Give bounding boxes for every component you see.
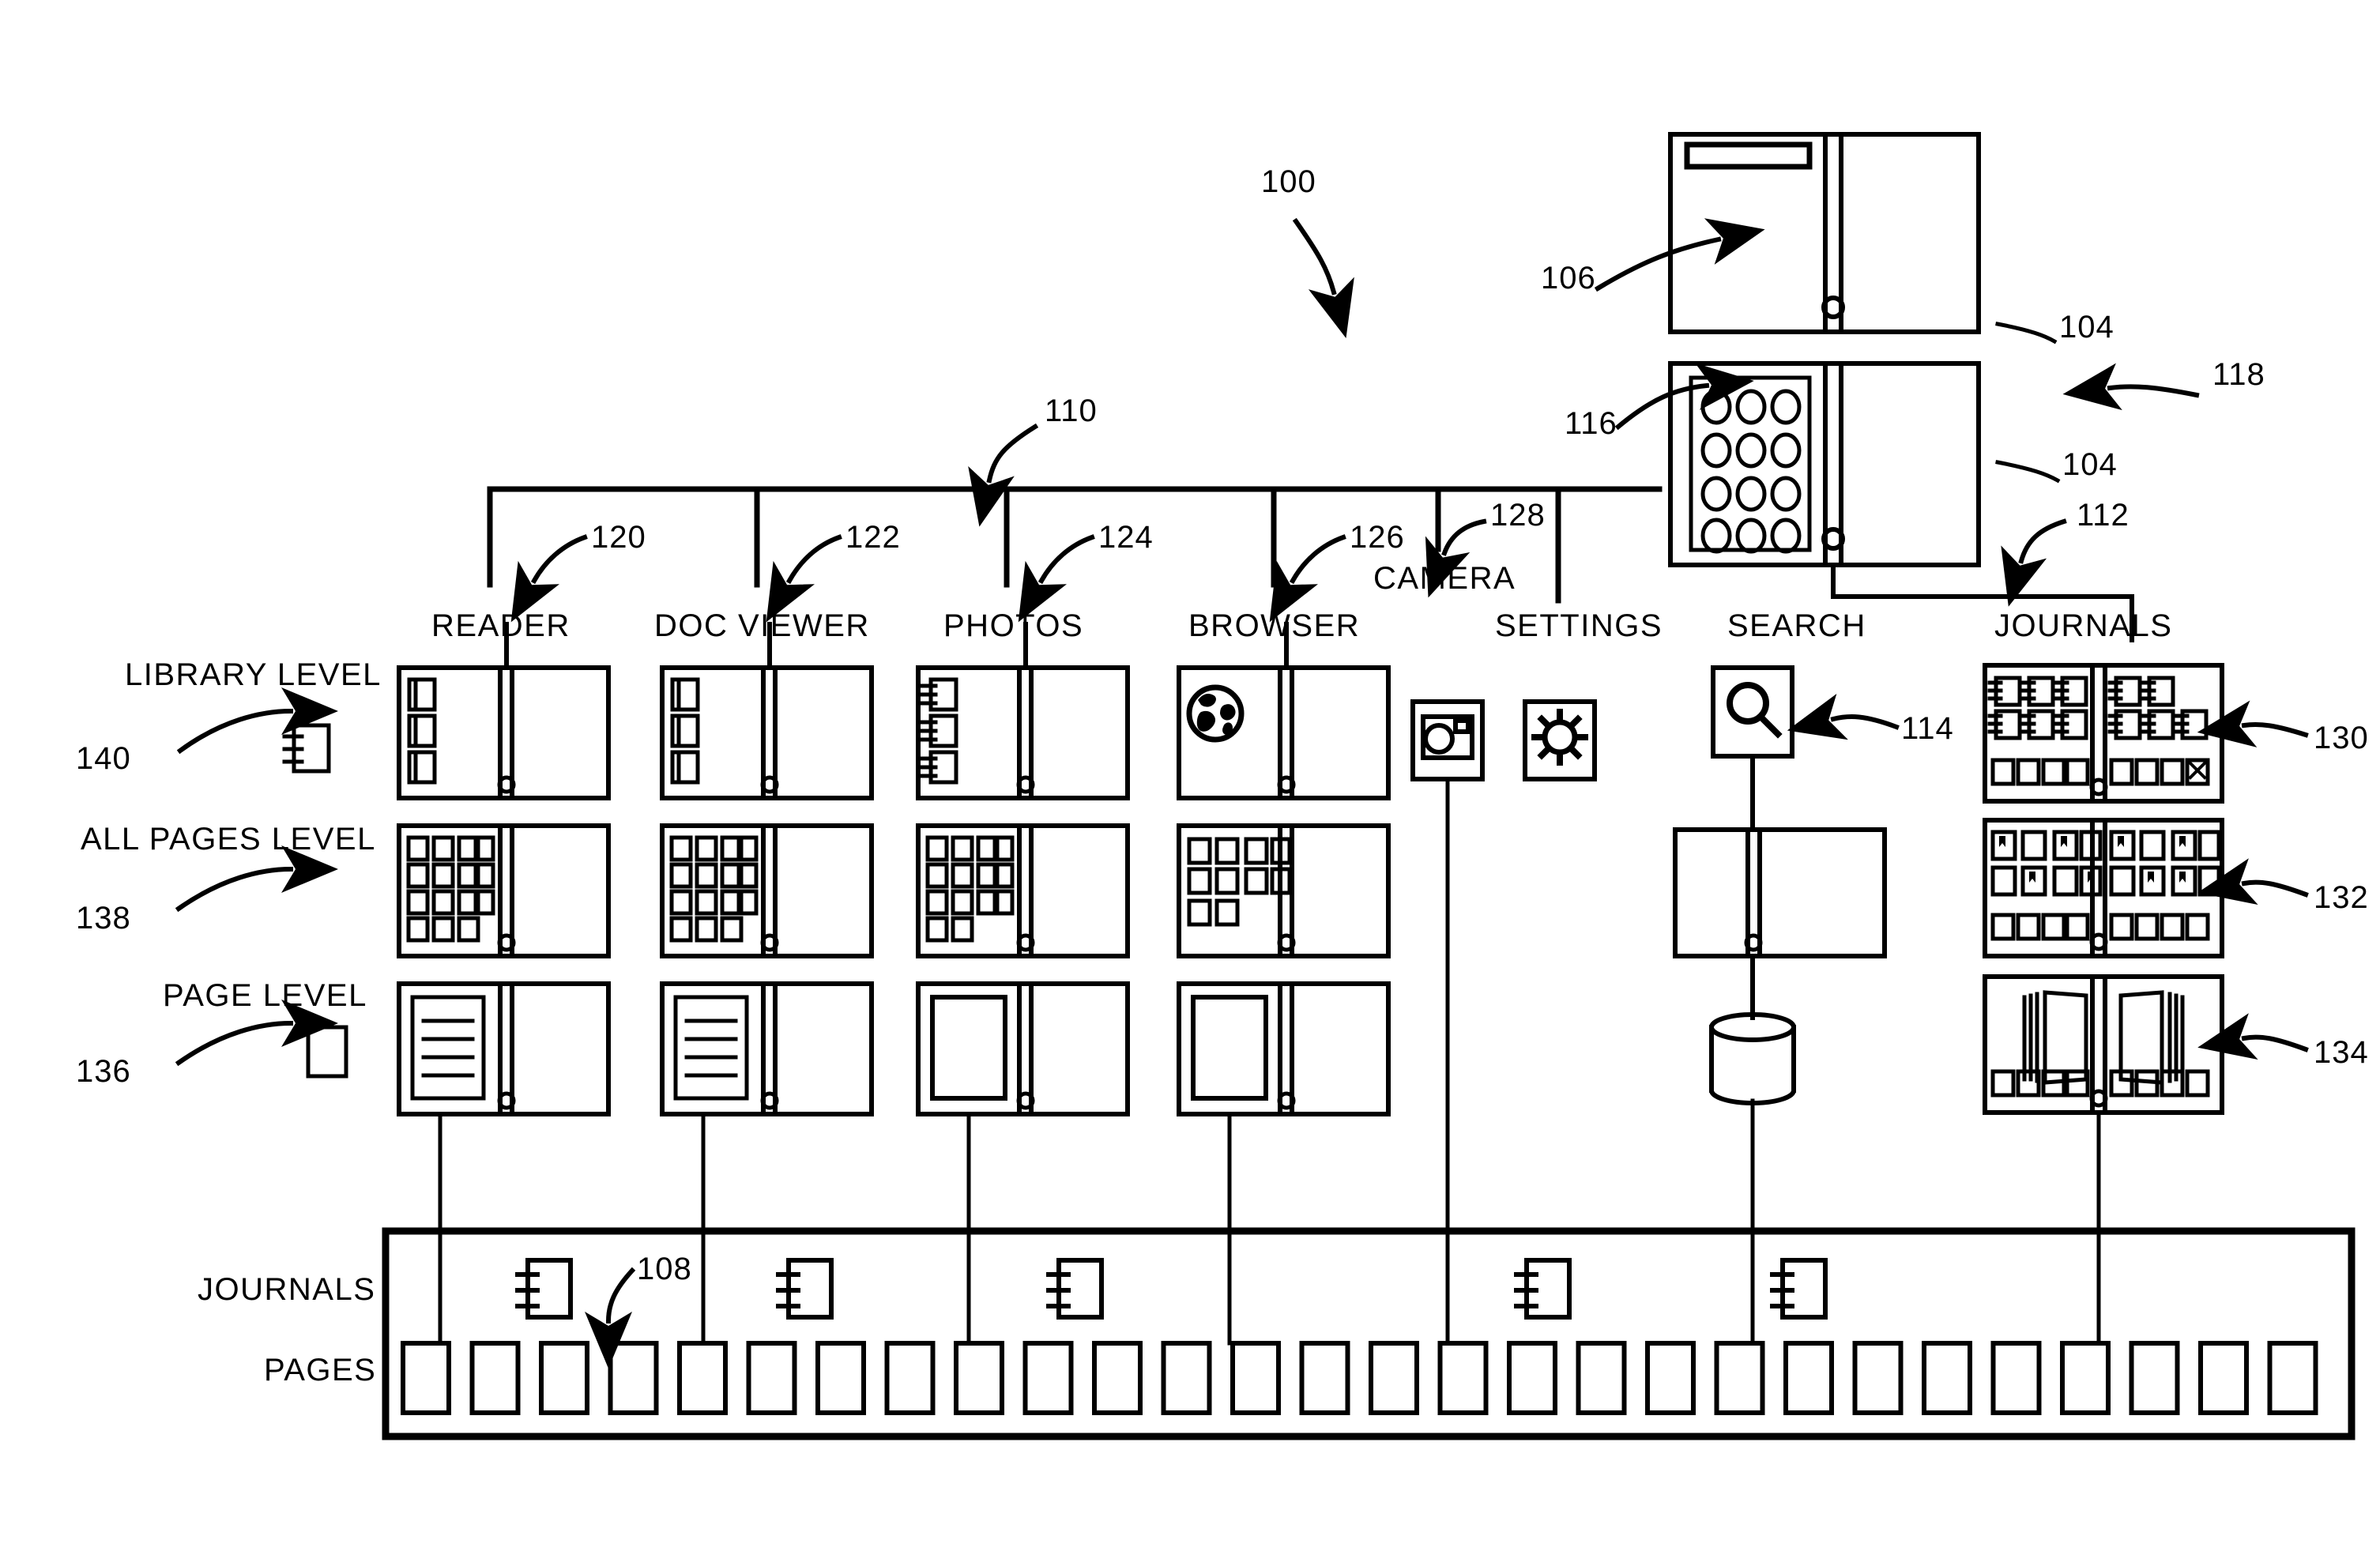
reader-allpages-cell — [397, 823, 611, 958]
device-home-screen — [1668, 361, 1981, 567]
bottom-label-pages: PAGES — [264, 1353, 377, 1387]
ref-112: 112 — [2077, 498, 2130, 533]
browser-page-cell — [1177, 981, 1391, 1116]
ref-100: 100 — [1261, 164, 1316, 199]
globe-icon-landmass — [1196, 694, 1236, 736]
page-box — [1022, 1341, 1074, 1415]
column-label-reader: READER — [431, 608, 571, 643]
page-box — [954, 1341, 1004, 1415]
page-box — [1922, 1341, 1972, 1415]
page-box — [1714, 1341, 1765, 1415]
ref-108: 108 — [637, 1252, 692, 1286]
docviewer-allpages-cell — [660, 823, 874, 958]
column-label-doc-viewer: DOC VIEWER — [654, 608, 870, 643]
ref-128: 128 — [1490, 498, 1546, 533]
page-box — [1299, 1341, 1350, 1415]
page-box — [1576, 1341, 1627, 1415]
page-box — [401, 1341, 451, 1415]
row-label-all-pages-level: ALL PAGES LEVEL — [81, 822, 376, 857]
ref-138: 138 — [76, 901, 131, 936]
bottom-journal-icons — [515, 1258, 1828, 1320]
page-box — [2267, 1341, 2318, 1415]
journal-page-cell — [1983, 974, 2224, 1115]
ref-114: 114 — [1901, 711, 1954, 746]
page-box — [1645, 1341, 1696, 1415]
docviewer-page-cell — [660, 981, 874, 1116]
page-box — [469, 1341, 521, 1415]
diagram-vector-layer — [175, 132, 2356, 1440]
page-box — [2060, 1341, 2111, 1415]
journal-library-cell — [1983, 663, 2224, 804]
browser-allpages-cell — [1177, 823, 1391, 958]
row-label-page-level: PAGE LEVEL — [163, 978, 367, 1013]
page-box — [539, 1341, 589, 1415]
ref-110: 110 — [1045, 393, 1098, 428]
ref-140: 140 — [76, 741, 131, 776]
page-box — [815, 1341, 866, 1415]
ref-126: 126 — [1350, 520, 1405, 555]
ref-106: 106 — [1541, 261, 1596, 296]
gear-icon — [1531, 709, 1588, 766]
photos-page-cell — [916, 981, 1130, 1116]
ref-120: 120 — [591, 520, 646, 555]
page-box — [746, 1341, 797, 1415]
page-box — [2198, 1341, 2249, 1415]
search-results-cell — [1673, 827, 1887, 958]
page-box — [1092, 1341, 1143, 1415]
figure-canvas: 100 106 104 116 104 118 112 110 120 122 … — [0, 0, 2380, 1555]
ref-134: 134 — [2314, 1035, 2369, 1070]
database-cylinder-icon — [1708, 1012, 1797, 1105]
bottom-page-boxes — [401, 1341, 2318, 1415]
column-label-camera: CAMERA — [1373, 561, 1516, 596]
journal-allpages-cell — [1983, 818, 2224, 958]
page-box — [1852, 1341, 1904, 1415]
device-closed-view — [1668, 132, 1981, 334]
row-icon-library — [282, 723, 331, 774]
reader-page-cell — [397, 981, 611, 1116]
column-label-browser: BROWSER — [1188, 608, 1361, 643]
magnifier-icon — [1727, 682, 1783, 739]
page-box — [677, 1341, 728, 1415]
page-box — [2129, 1341, 2180, 1415]
ref-118: 118 — [2212, 357, 2265, 392]
page-box — [1369, 1341, 1419, 1415]
reader-library-cell — [397, 665, 611, 800]
search-icon-cell — [1711, 665, 1794, 759]
ref-116: 116 — [1565, 406, 1617, 441]
ref-130: 130 — [2314, 721, 2369, 755]
column-label-settings: SETTINGS — [1495, 608, 1663, 643]
ref-104-b: 104 — [2062, 447, 2118, 482]
ref-136: 136 — [76, 1054, 131, 1089]
page-box — [884, 1341, 936, 1415]
column-label-photos: PHOTOS — [943, 608, 1084, 643]
photos-library-cell — [916, 665, 1130, 800]
page-box — [608, 1341, 659, 1415]
docviewer-library-cell — [660, 665, 874, 800]
row-icon-page — [306, 1025, 348, 1079]
page-box — [1161, 1341, 1212, 1415]
ref-104-a: 104 — [2059, 310, 2115, 345]
bottom-label-journals: JOURNALS — [198, 1272, 376, 1307]
page-box — [1230, 1341, 1281, 1415]
ref-124: 124 — [1098, 520, 1154, 555]
page-box — [1783, 1341, 1834, 1415]
camera-icon — [1421, 714, 1474, 760]
row-label-library-level: LIBRARY LEVEL — [125, 657, 382, 692]
photos-allpages-cell — [916, 823, 1130, 958]
ref-122: 122 — [845, 520, 901, 555]
page-box — [1990, 1341, 2042, 1415]
page-box — [1437, 1341, 1489, 1415]
page-box — [1507, 1341, 1557, 1415]
ref-132: 132 — [2314, 880, 2369, 915]
column-label-search: SEARCH — [1727, 608, 1866, 643]
column-label-journals: JOURNALS — [1994, 608, 2173, 643]
